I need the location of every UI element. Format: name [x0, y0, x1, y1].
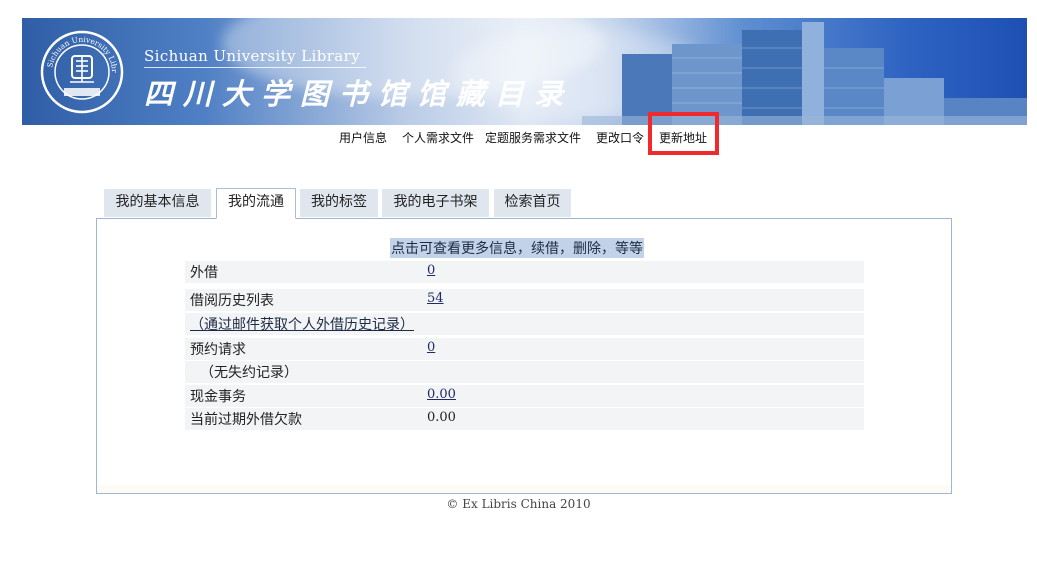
email-loan-history-link[interactable]: （通过邮件获取个人外借历史记录）	[190, 314, 414, 334]
hold-requests-row: 预约请求 0	[185, 338, 864, 360]
university-library-seal-logo: Sichuan University Library	[40, 30, 124, 114]
panel-footer-strip	[97, 485, 951, 493]
library-building-image	[582, 22, 1027, 125]
tab-search-home[interactable]: 检索首页	[494, 189, 571, 217]
loan-history-row: 借阅历史列表 54	[185, 289, 864, 311]
no-show-label: （无失约记录）	[200, 365, 298, 381]
copyright-footer: © Ex Libris China 2010	[446, 497, 591, 511]
nav-change-password[interactable]: 更改口令	[596, 129, 644, 146]
nav-sdi-profile[interactable]: 定题服务需求文件	[485, 129, 581, 146]
nav-personal-profile[interactable]: 个人需求文件	[402, 129, 474, 146]
hold-requests-label: 预约请求	[190, 342, 246, 358]
highlight-box	[648, 112, 719, 155]
cash-transactions-row: 现金事务 0.00	[185, 385, 864, 407]
loan-history-label: 借阅历史列表	[190, 293, 274, 309]
overdue-fines-label: 当前过期外借欠款	[190, 412, 302, 428]
cash-transactions-amount-link[interactable]: 0.00	[427, 387, 456, 402]
title-divider	[144, 67, 366, 68]
loans-row: 外借 0	[185, 261, 864, 283]
library-banner: Sichuan University Library Sichuan Unive…	[22, 18, 1027, 125]
email-history-row: （通过邮件获取个人外借历史记录）	[185, 313, 864, 335]
tab-ebookshelf[interactable]: 我的电子书架	[382, 189, 489, 217]
nav-user-info[interactable]: 用户信息	[339, 129, 387, 146]
tab-circulation[interactable]: 我的流通	[216, 188, 296, 219]
tab-tags[interactable]: 我的标签	[300, 189, 378, 217]
loan-history-count-link[interactable]: 54	[427, 291, 444, 306]
cash-transactions-label: 现金事务	[190, 389, 246, 405]
no-show-row: （无失约记录）	[185, 361, 864, 383]
overdue-fines-amount: 0.00	[427, 410, 456, 425]
hold-requests-count-link[interactable]: 0	[427, 340, 435, 355]
library-chinese-title: 四川大学图书馆馆藏目录	[144, 77, 574, 111]
overdue-fines-row: 当前过期外借欠款 0.00	[185, 408, 864, 430]
more-info-link[interactable]: 点击可查看更多信息，续借，删除，等等	[390, 238, 644, 258]
loans-count-link[interactable]: 0	[427, 263, 435, 278]
loans-label: 外借	[190, 265, 218, 281]
user-nav-bar: 用户信息 个人需求文件 定题服务需求文件 更改口令 更新地址	[0, 129, 1037, 147]
library-english-title: Sichuan University Library	[144, 47, 361, 65]
tab-basic-info[interactable]: 我的基本信息	[104, 189, 211, 217]
